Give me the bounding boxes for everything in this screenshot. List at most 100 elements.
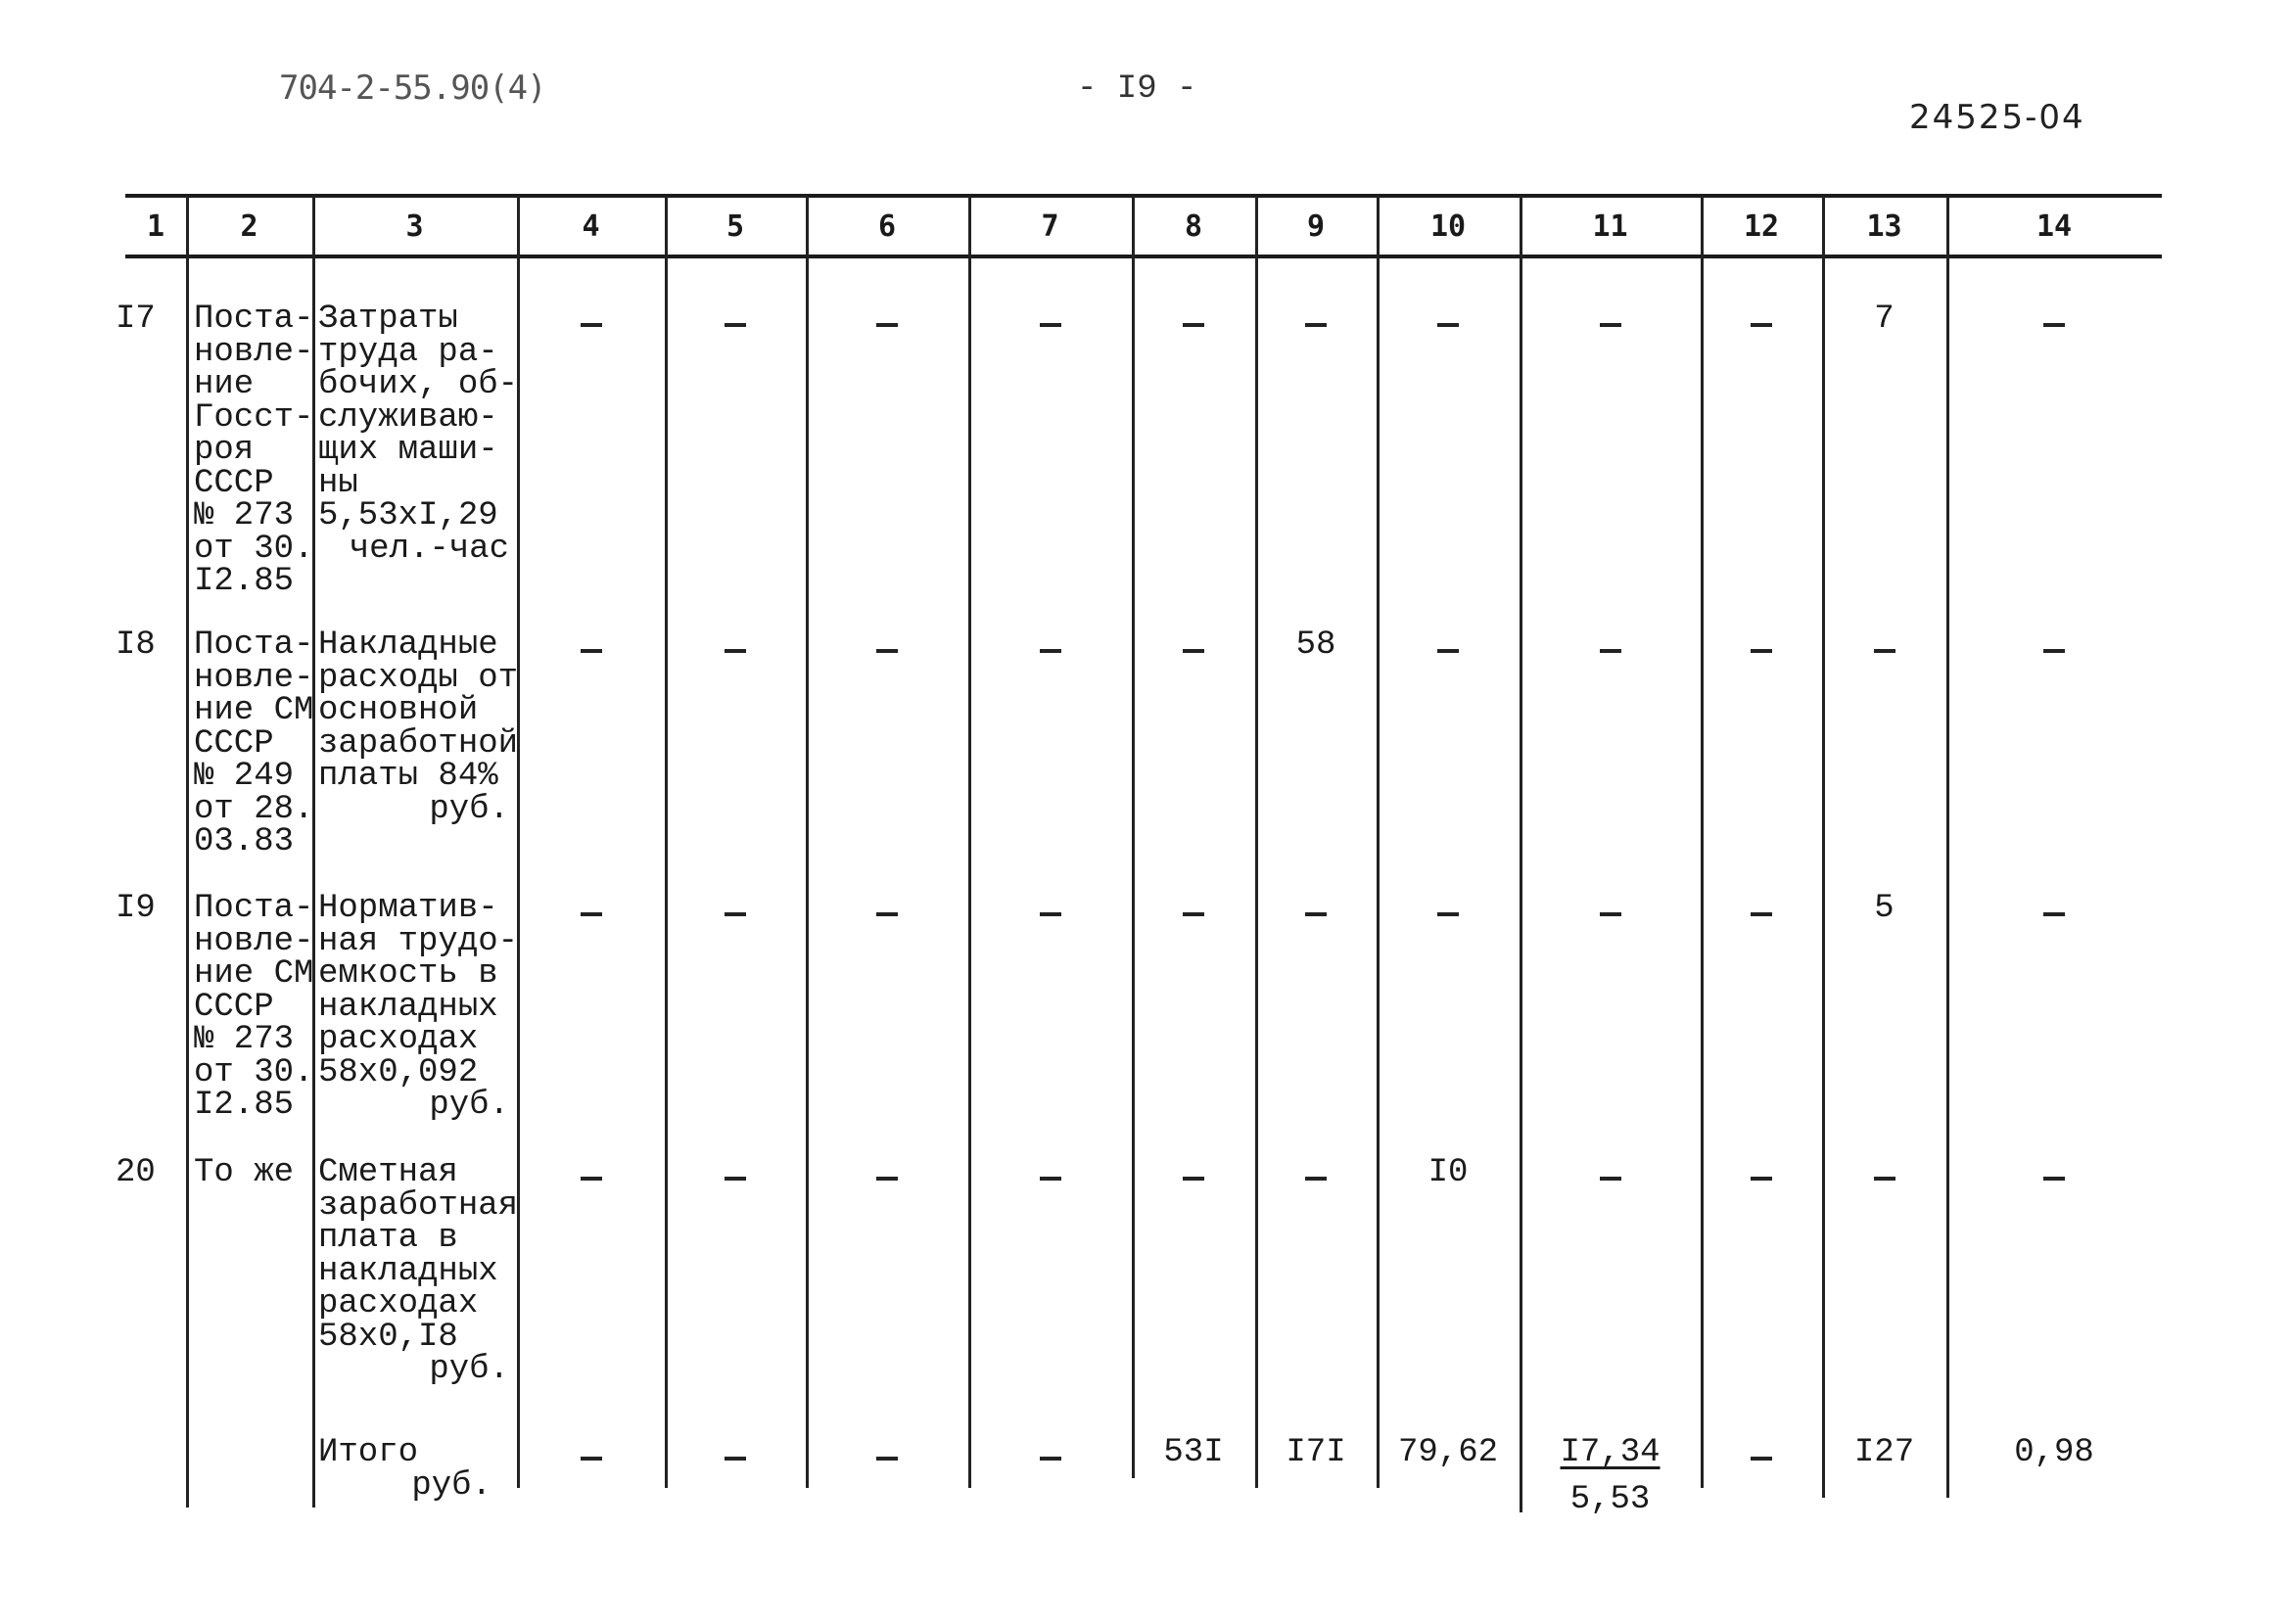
description-text: расходах	[318, 1285, 479, 1322]
column-number-header: 11	[1592, 209, 1628, 244]
column-number-header: 6	[877, 209, 897, 244]
dash-mark	[1599, 323, 1621, 327]
basis-text: То же	[194, 1154, 295, 1191]
total-label: Итого	[318, 1434, 419, 1471]
dash-mark	[725, 1177, 746, 1181]
basis-text: новле-	[194, 659, 314, 697]
column-divider	[186, 196, 189, 1508]
description-text: заработная	[318, 1186, 519, 1225]
dash-mark	[1039, 912, 1061, 916]
column-number-header: 4	[582, 209, 600, 244]
description-text: 5,53xI,29	[318, 497, 498, 534]
description-text: Затраты	[318, 301, 458, 338]
description-text: 58x0,092	[318, 1053, 479, 1091]
value-cell: 7	[1874, 301, 1895, 338]
column-divider	[1377, 196, 1380, 1488]
column-number-header: 7	[1041, 209, 1059, 244]
basis-text: Поста-	[194, 890, 314, 927]
dash-mark	[2043, 912, 2065, 916]
dash-mark	[1039, 1177, 1061, 1181]
dash-mark	[580, 1457, 602, 1461]
column-divider	[1520, 196, 1522, 1512]
row-number: I9	[116, 890, 156, 927]
column-divider	[1132, 196, 1135, 1478]
dash-mark	[1751, 912, 1772, 916]
description-text: ны	[318, 464, 358, 502]
description-text: служиваю-	[318, 398, 498, 437]
dash-mark	[876, 912, 898, 916]
column-number-header: 14	[2036, 209, 2073, 244]
description-text: Накладные	[318, 626, 498, 664]
dash-mark	[725, 912, 746, 916]
dash-mark	[580, 649, 602, 653]
basis-text: Госст-	[194, 398, 314, 437]
dash-mark	[1751, 649, 1772, 653]
stamp-number: 24525-04	[1909, 98, 2085, 137]
total-unit: руб.	[411, 1466, 491, 1505]
dash-mark	[725, 323, 746, 327]
basis-text: ние	[194, 366, 255, 403]
basis-text: от 30.	[194, 530, 314, 568]
column-number-header: 3	[405, 209, 424, 244]
basis-text: № 273	[194, 1021, 295, 1058]
dash-mark	[1437, 649, 1459, 653]
total-col11-secondary: 5,53	[1569, 1481, 1651, 1518]
unit-text: руб.	[429, 1087, 509, 1124]
column-number-header: 12	[1743, 209, 1780, 244]
basis-text: ние СМ	[194, 692, 314, 729]
row-number: I8	[116, 626, 156, 664]
description-text: бочих, об-	[318, 366, 519, 403]
value-cell: I7I	[1286, 1434, 1346, 1471]
dash-mark	[725, 1457, 746, 1461]
value-cell: 53I	[1163, 1434, 1224, 1471]
basis-text: СССР	[194, 464, 274, 502]
value-cell: I27	[1853, 1434, 1915, 1471]
value-cell: I7,34	[1560, 1434, 1661, 1471]
dash-mark	[725, 649, 746, 653]
description-text: емкость в	[318, 955, 498, 993]
description-text: основной	[318, 692, 479, 729]
dash-mark	[2043, 323, 2065, 327]
basis-text: 03.83	[194, 823, 295, 860]
dash-mark	[1751, 1177, 1772, 1181]
page-number: - I9 -	[1077, 70, 1197, 108]
basis-text: от 28.	[194, 790, 314, 828]
column-number-header: 13	[1866, 209, 1902, 244]
column-number-header: 5	[725, 209, 745, 244]
dash-mark	[876, 649, 898, 653]
basis-text: I2.85	[194, 563, 295, 600]
column-divider	[1822, 196, 1825, 1498]
dash-mark	[1599, 1177, 1621, 1181]
column-divider	[1255, 196, 1258, 1488]
column-number-header: 9	[1306, 209, 1326, 244]
dash-mark	[1305, 323, 1327, 327]
basis-text: роя	[194, 432, 255, 469]
unit-text: чел.-час	[349, 530, 509, 568]
dash-mark	[1599, 649, 1621, 653]
dash-mark	[1437, 912, 1459, 916]
value-cell: I0	[1427, 1154, 1469, 1191]
basis-text: СССР	[194, 724, 274, 763]
description-text: Сметная	[318, 1154, 458, 1191]
dash-mark	[1873, 1177, 1895, 1181]
unit-text: руб.	[429, 1351, 509, 1388]
basis-text: Поста-	[194, 301, 314, 338]
dash-mark	[1305, 1177, 1327, 1181]
dash-mark	[2043, 649, 2065, 653]
basis-text: от 30.	[194, 1053, 314, 1091]
value-cell: 0,98	[2014, 1434, 2094, 1471]
description-text: накладных	[318, 1252, 498, 1290]
column-divider	[665, 196, 668, 1488]
column-divider	[1701, 196, 1704, 1488]
basis-text: № 273	[194, 497, 295, 534]
dash-mark	[1751, 323, 1772, 327]
description-text: расходы от	[318, 659, 519, 697]
value-cell: 79,62	[1397, 1434, 1499, 1471]
dash-mark	[876, 1177, 898, 1181]
dash-mark	[876, 1457, 898, 1461]
basis-text: № 249	[194, 758, 295, 795]
dash-mark	[1183, 323, 1204, 327]
column-number-header: 2	[240, 209, 258, 244]
description-text: накладных	[318, 988, 498, 1026]
table-top-rule	[125, 194, 2162, 198]
